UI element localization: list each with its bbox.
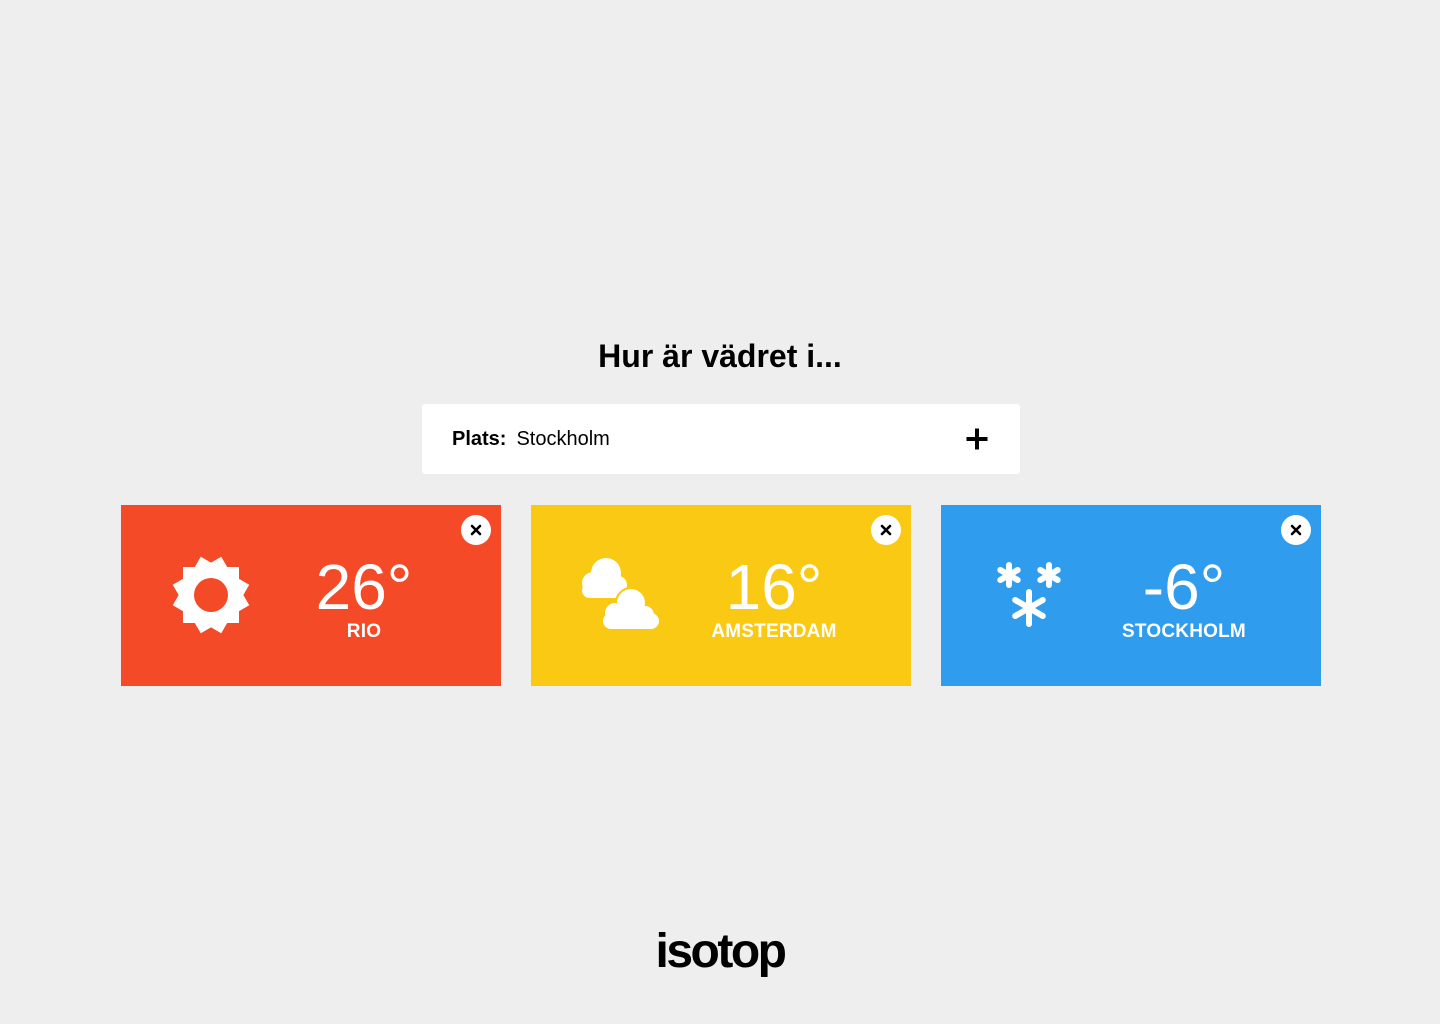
add-location-button[interactable] xyxy=(963,425,991,453)
isotop-logo: isotop xyxy=(655,925,787,978)
remove-card-button[interactable] xyxy=(461,515,491,545)
weather-cards: 26° RIO 16° AMSTERDAM -6° STOCKHOLM xyxy=(121,505,1321,686)
weather-card-rio: 26° RIO xyxy=(121,505,501,686)
close-icon xyxy=(470,524,482,536)
location-search-bar: Plats: xyxy=(422,404,1020,474)
city-name: STOCKHOLM xyxy=(1122,621,1246,642)
weather-card-stockholm: -6° STOCKHOLM xyxy=(941,505,1321,686)
close-icon xyxy=(1290,524,1302,536)
snow-icon xyxy=(997,562,1061,627)
sun-icon xyxy=(172,556,250,634)
weather-info: 26° RIO xyxy=(284,549,444,643)
city-name: AMSTERDAM xyxy=(711,621,837,642)
location-label: Plats: xyxy=(452,427,507,450)
remove-card-button[interactable] xyxy=(871,515,901,545)
weather-info: -6° STOCKHOLM xyxy=(1104,549,1264,643)
location-input[interactable] xyxy=(516,419,963,459)
weather-card-amsterdam: 16° AMSTERDAM xyxy=(531,505,911,686)
plus-icon xyxy=(966,428,988,450)
close-icon xyxy=(880,524,892,536)
temperature: 26° xyxy=(315,551,413,623)
city-name: RIO xyxy=(346,621,382,642)
remove-card-button[interactable] xyxy=(1281,515,1311,545)
weather-info: 16° AMSTERDAM xyxy=(694,549,854,643)
temperature: -6° xyxy=(1142,551,1226,623)
cloudy-icon xyxy=(582,558,661,631)
temperature: 16° xyxy=(725,551,823,623)
page-title: Hur är vädret i... xyxy=(598,338,842,374)
